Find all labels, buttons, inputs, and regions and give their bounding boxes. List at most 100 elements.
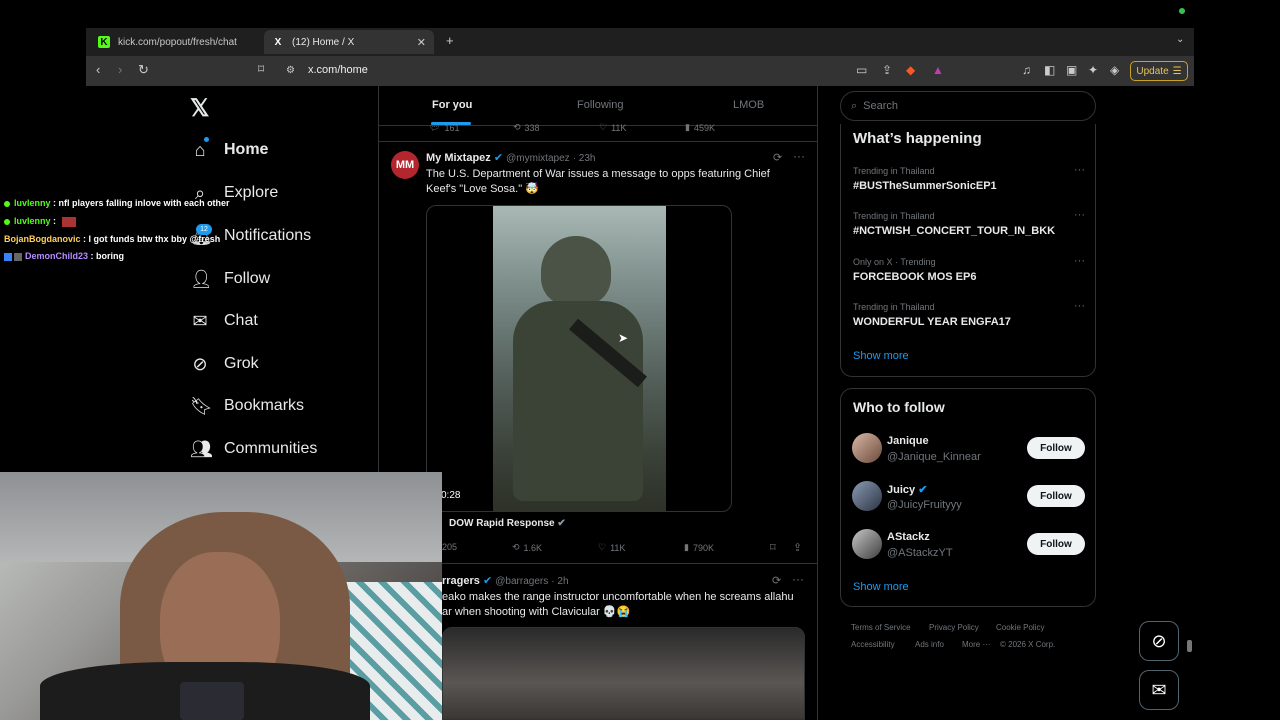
tab-list-chevron-down-icon[interactable]: ⌄ [1176,34,1184,45]
footer-link[interactable]: Terms of Service [851,623,911,632]
prev-like-count[interactable]: ♡ 11K [599,122,626,133]
tab-for-you[interactable]: For you [432,99,472,111]
post-time[interactable]: · 2h [551,576,568,587]
grok-fab-button[interactable]: ⊘ [1139,621,1179,661]
avatar[interactable] [852,529,882,559]
post-video[interactable]: 0:28 [426,205,732,512]
nav-chat[interactable]: ✉ Chat [190,306,257,336]
tab-kick-chat[interactable]: K kick.com/popout/fresh/chat [90,30,260,54]
x-logo-icon[interactable]: 𝕏 [190,94,209,123]
count: 11K [610,542,626,553]
chat-message: luvlenny : [4,216,76,227]
count: 161 [444,122,460,133]
trend-name[interactable]: FORCEBOOK MOS EP6 [853,271,976,283]
nav-follow[interactable]: 👤︎ Follow [190,264,270,294]
user-name[interactable]: AStackz [887,531,930,543]
update-button[interactable]: Update ☰ [1130,61,1188,81]
nav-bookmarks[interactable]: 🔖︎ Bookmarks [190,391,304,421]
follow-button[interactable]: Follow [1027,533,1085,555]
badge-icon [4,200,10,207]
brave-shield-icon[interactable]: ◆ [906,63,915,77]
reply-button[interactable]: 205 [442,542,457,552]
more-icon[interactable]: ··· [792,572,804,586]
url-field[interactable]: x.com/home [308,64,368,76]
grok-explain-icon[interactable]: ⟳ [772,574,781,587]
show-more-link[interactable]: Show more [853,350,909,362]
back-icon[interactable]: ‹ [96,62,100,77]
search-input[interactable]: ⌕ Search [840,91,1096,121]
grok-explain-icon[interactable]: ⟳ [773,151,782,164]
share-icon[interactable]: ⇪ [793,541,802,554]
trend-name[interactable]: WONDERFUL YEAR ENGFA17 [853,316,1011,328]
leo-icon[interactable]: ✦ [1088,63,1098,77]
nav-label: Explore [224,184,279,201]
close-tab-icon[interactable]: ✕ [417,36,426,49]
author-handle[interactable]: @barragers [495,576,548,587]
new-tab-icon[interactable]: + [446,33,454,48]
sidebar-icon[interactable]: ◧ [1044,63,1055,77]
user-handle: @JuicyFruityyy [887,499,962,511]
avatar[interactable]: MM [391,151,419,179]
more-icon[interactable]: ··· [1074,255,1085,267]
views-button[interactable]: ▮ 790K [684,542,714,553]
mail-icon: ✉ [1151,679,1167,700]
user-name-text: Juicy [887,484,916,496]
bookmark-icon[interactable]: ⌑ [770,541,776,554]
trend-name[interactable]: #BUSTheSummerSonicEP1 [853,180,997,192]
prev-view-count[interactable]: ▮ 459K [685,122,715,133]
reload-icon[interactable]: ↻ [138,62,149,78]
more-icon[interactable]: ··· [1074,164,1085,176]
panel-title: What’s happening [853,130,982,147]
author-handle[interactable]: @mymixtapez [506,153,570,164]
prev-reply-count[interactable]: 💬︎ 161 [429,122,459,133]
footer-link[interactable]: Cookie Policy [996,623,1044,632]
music-icon[interactable]: ♫ [1022,63,1031,77]
views-icon: ▮ [684,542,689,552]
repost-button[interactable]: ⟲ 1.6K [512,542,542,553]
footer-link[interactable]: Accessibility [851,640,895,649]
tab-x-home[interactable]: X (12) Home / X ✕ [264,30,434,54]
follow-button[interactable]: Follow [1027,437,1085,459]
video-duration: 0:28 [441,490,461,501]
video-frame [493,206,666,511]
author-name[interactable]: My Mixtapez [426,152,491,164]
messages-fab-button[interactable]: ✉ [1139,670,1179,710]
footer-link[interactable]: Privacy Policy [929,623,979,632]
avatar[interactable] [852,433,882,463]
follow-button[interactable]: Follow [1027,485,1085,507]
scrollbar-thumb[interactable] [1187,640,1192,652]
like-button[interactable]: ♡ 11K [598,542,625,553]
share-icon[interactable]: ⇪ [882,63,892,77]
divider [379,563,817,564]
nav-home[interactable]: ⌂ Home [190,135,269,165]
tab-lmob[interactable]: LMOB [733,99,764,111]
nav-communities[interactable]: 👥︎ Communities [190,434,317,464]
prev-repost-count[interactable]: ⟲ 338 [513,122,540,133]
bookmark-page-icon[interactable]: ⌑ [258,62,264,76]
grok-icon: ⊘ [1151,630,1167,651]
more-icon[interactable]: ··· [1074,300,1085,312]
footer-link[interactable]: Ads info [915,640,944,649]
user-name[interactable]: Janique [887,435,929,447]
wallet-icon[interactable]: ▣ [1066,63,1077,77]
vpn-icon[interactable]: ◈ [1110,63,1119,77]
avatar[interactable] [852,481,882,511]
more-icon[interactable]: ··· [793,149,805,163]
footer-link[interactable]: More ··· [962,640,990,649]
video-source[interactable]: DOW Rapid Response ✔ [449,518,566,529]
post-time[interactable]: · 23h [573,153,596,164]
trend-name[interactable]: #NCTWISH_CONCERT_TOUR_IN_BKK [853,225,1055,237]
user-name[interactable]: Juicy ✔ [887,483,927,496]
forward-icon[interactable]: › [118,62,122,77]
author-name[interactable]: rragers [442,575,480,587]
nav-grok[interactable]: ⊘ Grok [190,349,258,379]
post-video[interactable] [442,627,805,720]
post-header: My Mixtapez ✔ @mymixtapez · 23h [426,151,596,164]
tab-following[interactable]: Following [577,99,623,111]
site-settings-icon[interactable]: ⚙ [286,65,295,76]
cast-icon[interactable]: ▭ [856,63,867,77]
divider [379,141,817,142]
more-icon[interactable]: ··· [1074,209,1085,221]
show-more-link[interactable]: Show more [853,581,909,593]
brave-rewards-icon[interactable]: ▲ [932,63,944,77]
